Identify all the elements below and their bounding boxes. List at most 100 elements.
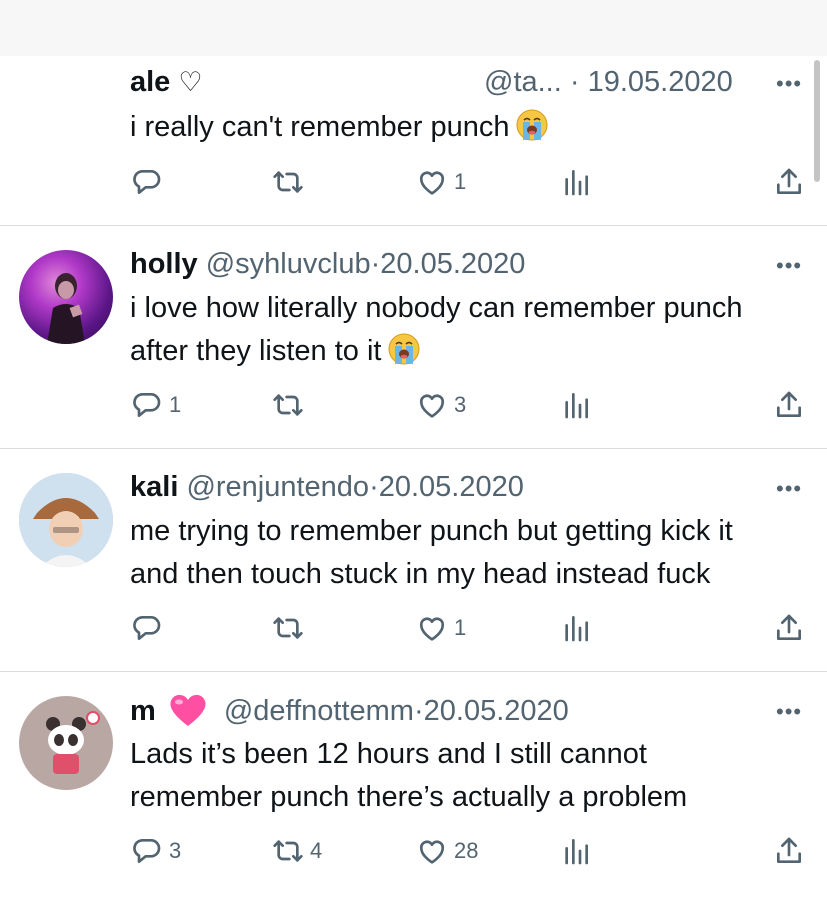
views-button[interactable] — [560, 162, 592, 202]
tweet-text: i love how literally nobody can remember… — [130, 287, 820, 373]
views-button[interactable] — [560, 385, 592, 425]
heart-outline-icon — [416, 389, 448, 421]
reply-count: 3 — [169, 838, 182, 863]
action-bar: 1 — [0, 162, 827, 202]
retweet-button[interactable]: 4 — [272, 831, 322, 871]
reply-button[interactable] — [131, 608, 169, 648]
separator-dot: · — [569, 66, 580, 98]
retweet-button[interactable] — [272, 608, 310, 648]
display-name[interactable]: kali — [130, 471, 178, 503]
share-upload-icon — [773, 835, 805, 867]
share-button[interactable] — [773, 831, 805, 871]
heart-outline-icon — [416, 166, 448, 198]
bar-chart-icon — [560, 389, 592, 421]
more-options-icon[interactable]: ••• — [776, 701, 802, 723]
tweet-header: holly @syhluvclub·20.05.2020 — [130, 246, 525, 282]
retweet-arrows-icon — [272, 389, 304, 421]
separator-dot: · — [369, 471, 379, 503]
separator-dot: · — [370, 248, 381, 280]
reply-count: 1 — [169, 392, 182, 417]
reply-button[interactable]: 1 — [131, 385, 181, 425]
handle[interactable]: @ta... — [484, 66, 562, 98]
loudly-crying-face-icon — [387, 332, 421, 366]
tweet-header: ale ♡ — [130, 64, 203, 100]
share-upload-icon — [773, 389, 805, 421]
avatar-photo — [47, 273, 85, 344]
tweet-line: i really can't remember punch — [130, 111, 510, 143]
tweet-line: after they listen to it — [130, 335, 382, 367]
action-bar: 1 3 — [0, 385, 827, 425]
tweet[interactable]: m @deffnottemm·20.05.2020 ••• Lads it’s … — [0, 672, 827, 911]
handle[interactable]: @renjuntendo — [186, 471, 369, 503]
like-button[interactable]: 1 — [416, 608, 466, 648]
speech-bubble-icon — [131, 166, 163, 198]
bar-chart-icon — [560, 612, 592, 644]
tweet[interactable]: kali @renjuntendo·20.05.2020 ••• me tryi… — [0, 449, 827, 671]
retweet-button[interactable] — [272, 162, 310, 202]
avatar[interactable] — [19, 250, 113, 344]
retweet-arrows-icon — [272, 612, 304, 644]
like-button[interactable]: 1 — [416, 162, 466, 202]
like-count: 28 — [454, 838, 479, 863]
avatar-photo — [46, 711, 100, 774]
avatar[interactable] — [19, 473, 113, 567]
tweet-line: i love how literally nobody can remember… — [130, 292, 743, 324]
heart-outline-icon — [416, 835, 448, 867]
pink-heart-icon — [170, 694, 206, 726]
bar-chart-icon — [560, 166, 592, 198]
retweet-arrows-icon — [272, 835, 304, 867]
heart-outline-icon — [416, 612, 448, 644]
timestamp[interactable]: 20.05.2020 — [424, 695, 569, 727]
avatar-photo — [19, 473, 113, 567]
like-button[interactable]: 3 — [416, 385, 466, 425]
more-options-icon[interactable]: ••• — [776, 255, 802, 277]
timestamp[interactable]: 20.05.2020 — [380, 248, 525, 280]
like-count: 1 — [454, 169, 467, 194]
more-options-icon[interactable]: ••• — [776, 478, 802, 500]
reply-button[interactable]: 3 — [131, 831, 181, 871]
timestamp[interactable]: 19.05.2020 — [588, 66, 733, 98]
action-bar: 1 — [0, 608, 827, 648]
retweet-arrows-icon — [272, 166, 304, 198]
tweet-line: remember punch there’s actually a proble… — [130, 781, 688, 813]
like-count: 3 — [454, 392, 467, 417]
timestamp[interactable]: 20.05.2020 — [379, 471, 524, 503]
share-button[interactable] — [773, 385, 805, 425]
share-button[interactable] — [773, 162, 805, 202]
retweet-button[interactable] — [272, 385, 310, 425]
reply-button[interactable] — [131, 162, 169, 202]
action-bar: 3 4 28 — [0, 831, 827, 871]
name-suffix-heart: ♡ — [178, 67, 203, 97]
tweet-header: m @deffnottemm·20.05.2020 — [130, 692, 569, 729]
tweet[interactable]: holly @syhluvclub·20.05.2020 ••• i love … — [0, 226, 827, 448]
views-button[interactable] — [560, 831, 592, 871]
handle[interactable]: @deffnottemm — [224, 695, 414, 727]
share-upload-icon — [773, 612, 805, 644]
display-name[interactable]: ale — [130, 66, 170, 98]
like-count: 1 — [454, 615, 467, 640]
views-button[interactable] — [560, 608, 592, 648]
tweet-header: kali @renjuntendo·20.05.2020 — [130, 469, 524, 505]
display-name[interactable]: m — [130, 695, 156, 727]
tweet-line: and then touch stuck in my head instead … — [130, 558, 711, 590]
tweet-text: i really can't remember punch — [130, 106, 820, 149]
more-options-icon[interactable]: ••• — [776, 73, 802, 95]
speech-bubble-icon — [131, 389, 163, 421]
display-name[interactable]: holly — [130, 248, 198, 280]
share-button[interactable] — [773, 608, 805, 648]
loudly-crying-face-icon — [515, 108, 549, 142]
like-button[interactable]: 28 — [416, 831, 478, 871]
avatar[interactable] — [19, 696, 113, 790]
tweet-line: Lads it’s been 12 hours and I still cann… — [130, 738, 647, 770]
share-upload-icon — [773, 166, 805, 198]
retweet-count: 4 — [310, 838, 323, 863]
speech-bubble-icon — [131, 835, 163, 867]
tweet[interactable]: ale ♡ @ta... · 19.05.2020 ••• i really c… — [0, 0, 827, 225]
tweet-meta: @ta... · 19.05.2020 — [484, 64, 733, 100]
separator-dot: · — [413, 695, 424, 727]
tweet-text: me trying to remember punch but getting … — [130, 510, 820, 596]
bar-chart-icon — [560, 835, 592, 867]
handle[interactable]: @syhluvclub — [206, 248, 371, 280]
speech-bubble-icon — [131, 612, 163, 644]
tweet-line: me trying to remember punch but getting … — [130, 515, 733, 547]
